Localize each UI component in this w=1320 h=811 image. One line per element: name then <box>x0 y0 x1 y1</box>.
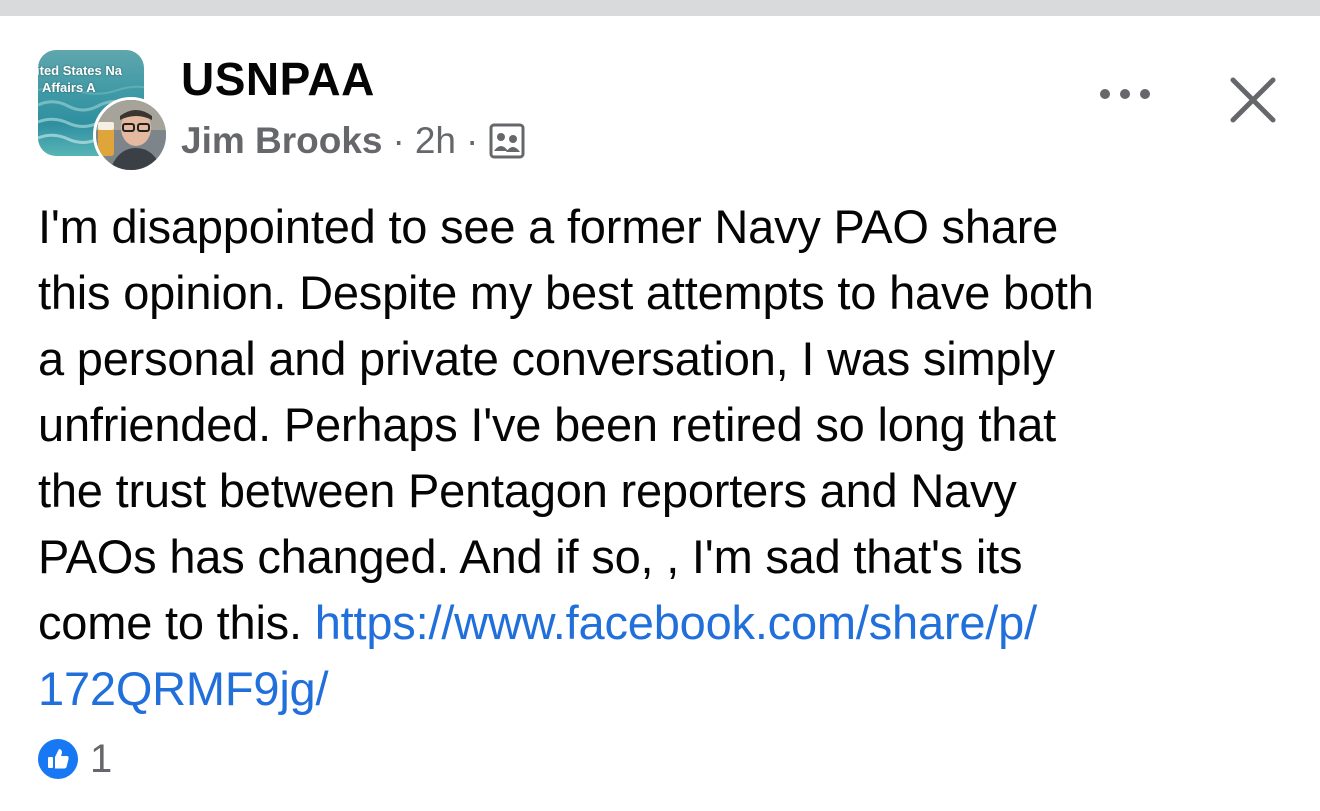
share-link[interactable]: https://www.facebook.com/share/p/ <box>315 596 1037 649</box>
separator-dot: · <box>392 120 405 161</box>
group-audience-icon <box>488 122 526 160</box>
share-link-continued[interactable]: 172QRMF9jg/ <box>38 662 329 715</box>
close-icon <box>1230 77 1276 123</box>
close-button[interactable] <box>1225 72 1281 128</box>
post-text-line: 172QRMF9jg/ <box>38 656 1298 722</box>
post-avatar-group[interactable]: ited States Na Affairs A <box>38 50 169 173</box>
group-avatar-text-line2: Affairs A <box>42 80 96 95</box>
group-name[interactable]: USNPAA <box>181 52 375 106</box>
post-meta: Jim Brooks · 2h · <box>181 119 526 163</box>
post-text: I'm disappointed to see a former Navy PA… <box>38 194 1298 722</box>
more-options-button[interactable] <box>1093 76 1157 112</box>
author-photo <box>96 100 166 170</box>
post-text-line: this opinion. Despite my best attempts t… <box>38 266 1094 319</box>
post-card: ited States Na Affairs A USNPAA Jim Broo… <box>0 16 1320 811</box>
reaction-summary[interactable]: 1 <box>38 733 112 785</box>
ellipsis-icon <box>1100 89 1150 99</box>
top-divider-strip <box>0 0 1320 16</box>
post-timestamp[interactable]: 2h <box>415 120 456 162</box>
post-text-line: I'm disappointed to see a former Navy PA… <box>38 200 1059 253</box>
group-avatar-text-line1: ited States Na <box>38 63 122 78</box>
post-text-line: unfriended. Perhaps I've been retired so… <box>38 398 1056 451</box>
like-icon <box>38 739 78 779</box>
post-text-line: PAOs has changed. And if so, , I'm sad t… <box>38 530 1023 583</box>
separator-dot: · <box>466 120 479 161</box>
post-text-tail: come to this. <box>38 596 315 649</box>
author-name[interactable]: Jim Brooks <box>181 120 383 162</box>
post-text-line: a personal and private conversation, I w… <box>38 332 1055 385</box>
post-text-line: the trust between Pentagon reporters and… <box>38 464 1017 517</box>
author-avatar[interactable] <box>93 97 169 173</box>
post-text-line-with-link: come to this. https://www.facebook.com/s… <box>38 590 1298 656</box>
reaction-count: 1 <box>90 736 113 781</box>
